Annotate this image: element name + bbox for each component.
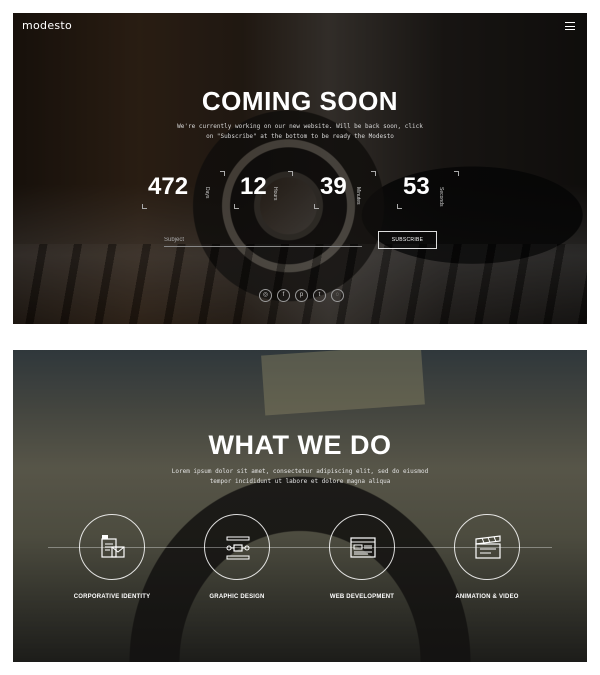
service-circle: [329, 514, 395, 580]
countdown-seconds-value: 53: [403, 173, 430, 200]
corner-bracket: [371, 171, 376, 176]
countdown-seconds: 53 Seconds: [397, 171, 459, 209]
twitter-icon[interactable]: t: [313, 289, 326, 302]
facebook-icon[interactable]: f: [277, 289, 290, 302]
animation-video-icon: [475, 535, 501, 559]
service-label: WEB DEVELOPMENT: [329, 594, 395, 600]
corner-bracket: [454, 171, 459, 176]
subscribe-form: SUBSCRIBE: [164, 231, 437, 249]
service-label: GRAPHIC DESIGN: [209, 594, 265, 600]
subject-input[interactable]: [164, 233, 362, 247]
countdown-hours-label: Hours: [272, 187, 278, 201]
service-circle: [454, 514, 520, 580]
service-corporative-identity[interactable]: CORPORATIVE IDENTITY: [47, 514, 177, 614]
corner-bracket: [142, 204, 147, 209]
instagram-icon[interactable]: ◎: [259, 289, 272, 302]
site-logo[interactable]: modesto: [22, 19, 72, 32]
page-title: COMING SOON: [201, 86, 399, 116]
web-development-icon: [350, 537, 376, 558]
hero-subtitle: We're currently working on our new websi…: [177, 123, 423, 140]
countdown-hours-value: 12: [240, 173, 267, 200]
service-animation-video[interactable]: ANIMATION & VIDEO: [422, 514, 552, 614]
graphic-design-icon: [226, 536, 250, 560]
corner-bracket: [314, 204, 319, 209]
countdown-hours: 12 Hours: [234, 171, 293, 209]
corner-bracket: [288, 171, 293, 176]
section-subtitle: Lorem ipsum dolor sit amet, consectetur …: [171, 468, 429, 485]
corner-bracket: [220, 171, 225, 176]
corporate-identity-icon: [101, 535, 125, 558]
countdown-days-label: Days: [204, 187, 210, 199]
corner-bracket: [234, 204, 239, 209]
hamburger-menu-icon[interactable]: [565, 22, 575, 30]
pinterest-icon[interactable]: p: [295, 289, 308, 302]
countdown-days-value: 472: [148, 173, 189, 200]
countdown-days: 472 Days: [142, 171, 225, 209]
countdown-seconds-label: Seconds: [438, 187, 444, 207]
countdown-minutes-label: Minutes: [355, 187, 361, 205]
background-overlay: [13, 350, 587, 662]
section-title: WHAT WE DO: [208, 430, 392, 460]
service-circle: [79, 514, 145, 580]
service-label: ANIMATION & VIDEO: [455, 594, 519, 600]
countdown-timer: 472 Days 12 Hours 39 Minutes 53 Seconds: [13, 171, 587, 211]
service-graphic-design[interactable]: GRAPHIC DESIGN: [172, 514, 302, 614]
background-overlay: [13, 13, 587, 324]
corner-bracket: [397, 204, 402, 209]
dribbble-icon[interactable]: ◌: [331, 289, 344, 302]
countdown-minutes-value: 39: [320, 173, 347, 200]
countdown-minutes: 39 Minutes: [314, 171, 376, 209]
coming-soon-section: modesto COMING SOON We're currently work…: [13, 13, 587, 324]
what-we-do-section: WHAT WE DO Lorem ipsum dolor sit amet, c…: [13, 350, 587, 662]
service-web-development[interactable]: WEB DEVELOPMENT: [297, 514, 427, 614]
service-circle: [204, 514, 270, 580]
subscribe-button[interactable]: SUBSCRIBE: [378, 231, 437, 249]
service-label: CORPORATIVE IDENTITY: [73, 594, 151, 600]
